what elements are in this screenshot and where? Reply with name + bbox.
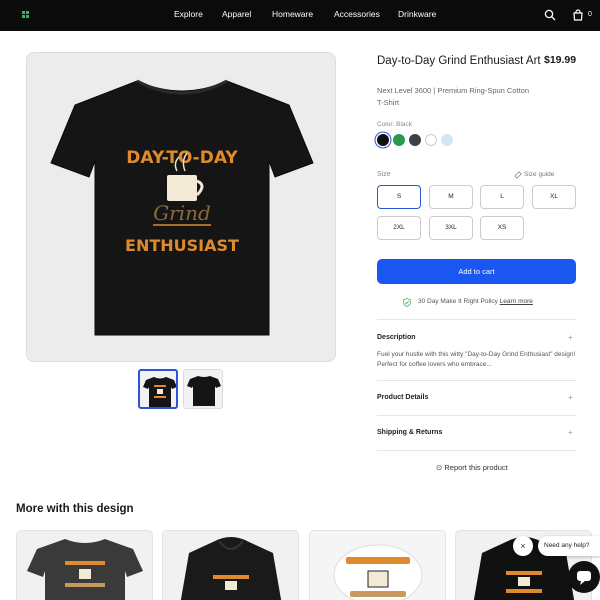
- shipping-plus-icon[interactable]: +: [568, 428, 573, 437]
- help-close-button[interactable]: ×: [513, 536, 533, 556]
- ruler-icon: [514, 171, 522, 179]
- more-section-title: More with this design: [16, 503, 134, 515]
- size-option-2xl[interactable]: 2XL: [377, 216, 421, 240]
- nav-links: Explore Apparel Homeware Accessories Dri…: [0, 0, 600, 31]
- nav-item-apparel[interactable]: Apparel: [222, 9, 251, 19]
- product-details-toggle[interactable]: Product Details: [377, 394, 428, 401]
- shipping-returns-toggle[interactable]: Shipping & Returns: [377, 429, 442, 436]
- size-option-xl[interactable]: XL: [532, 185, 576, 209]
- help-bubble[interactable]: Need any help?: [538, 536, 600, 556]
- color-swatch-light-blue[interactable]: [441, 134, 453, 146]
- product-main-image[interactable]: DAY-TO-DAY Grind ENTHUSIAST: [26, 52, 336, 362]
- tshirt-image: DAY-TO-DAY Grind ENTHUSIAST: [50, 79, 314, 336]
- shopping-bag-icon[interactable]: [572, 9, 584, 21]
- divider: [377, 380, 576, 381]
- report-product-link[interactable]: ⊙ Report this product: [436, 463, 508, 472]
- sticker-image: [333, 544, 423, 600]
- divider: [377, 415, 576, 416]
- nav-item-drinkware[interactable]: Drinkware: [398, 9, 436, 19]
- chat-icon: [577, 571, 591, 585]
- size-option-s[interactable]: S: [377, 185, 421, 209]
- nav-item-explore[interactable]: Explore: [174, 9, 203, 19]
- divider: [377, 319, 576, 320]
- top-nav: Explore Apparel Homeware Accessories Dri…: [0, 0, 600, 31]
- size-option-3xl[interactable]: 3XL: [429, 216, 473, 240]
- policy-text: 30 Day Make It Right Policy: [418, 298, 498, 305]
- tshirt-image: [27, 539, 143, 600]
- shield-check-icon: [403, 298, 411, 307]
- size-option-xs[interactable]: XS: [480, 216, 524, 240]
- policy-line: 30 Day Make It Right Policy Learn more: [418, 298, 533, 305]
- thumbnail-front[interactable]: [138, 369, 178, 409]
- cart-count: 0: [588, 11, 592, 18]
- color-swatch-green[interactable]: [393, 134, 405, 146]
- chat-button[interactable]: [568, 561, 600, 593]
- size-option-l[interactable]: L: [480, 185, 524, 209]
- design-text-bottom: ENTHUSIAST: [125, 236, 239, 255]
- related-product-card[interactable]: [309, 530, 446, 600]
- size-option-m[interactable]: M: [429, 185, 473, 209]
- size-label: Size: [377, 171, 391, 178]
- product-title: Day-to-Day Grind Enthusiast Art: [377, 55, 541, 67]
- hoodie-image: [180, 537, 282, 600]
- description-toggle[interactable]: Description: [377, 334, 416, 341]
- tshirt-back-thumb: [187, 376, 221, 406]
- nav-item-accessories[interactable]: Accessories: [334, 9, 380, 19]
- design-text-middle: Grind: [153, 201, 211, 225]
- related-product-card[interactable]: [16, 530, 153, 600]
- size-guide-link[interactable]: Size guide: [514, 171, 555, 179]
- color-label: Color: Black: [377, 121, 413, 128]
- size-guide-label: Size guide: [524, 171, 555, 178]
- divider: [377, 450, 576, 451]
- color-swatch-black[interactable]: [377, 134, 389, 146]
- details-plus-icon[interactable]: +: [568, 393, 573, 402]
- learn-more-link[interactable]: Learn more: [500, 298, 533, 305]
- product-subtitle[interactable]: Next Level 3600 | Premium Ring-Spun Cott…: [377, 85, 537, 109]
- nav-item-homeware[interactable]: Homeware: [272, 9, 313, 19]
- description-text: Fuel your hustle with this witty "Day-to…: [377, 351, 576, 368]
- description-plus-icon[interactable]: +: [568, 333, 573, 342]
- related-product-card[interactable]: [162, 530, 299, 600]
- design-text-top: DAY-TO-DAY: [126, 148, 238, 168]
- tshirt-front-thumb: [143, 377, 176, 407]
- thumbnail-back[interactable]: [183, 369, 223, 409]
- color-swatch-white[interactable]: [425, 134, 437, 146]
- search-icon[interactable]: [544, 9, 556, 21]
- color-swatch-charcoal[interactable]: [409, 134, 421, 146]
- product-price: $19.99: [544, 54, 577, 66]
- add-to-cart-button[interactable]: Add to cart: [377, 259, 576, 284]
